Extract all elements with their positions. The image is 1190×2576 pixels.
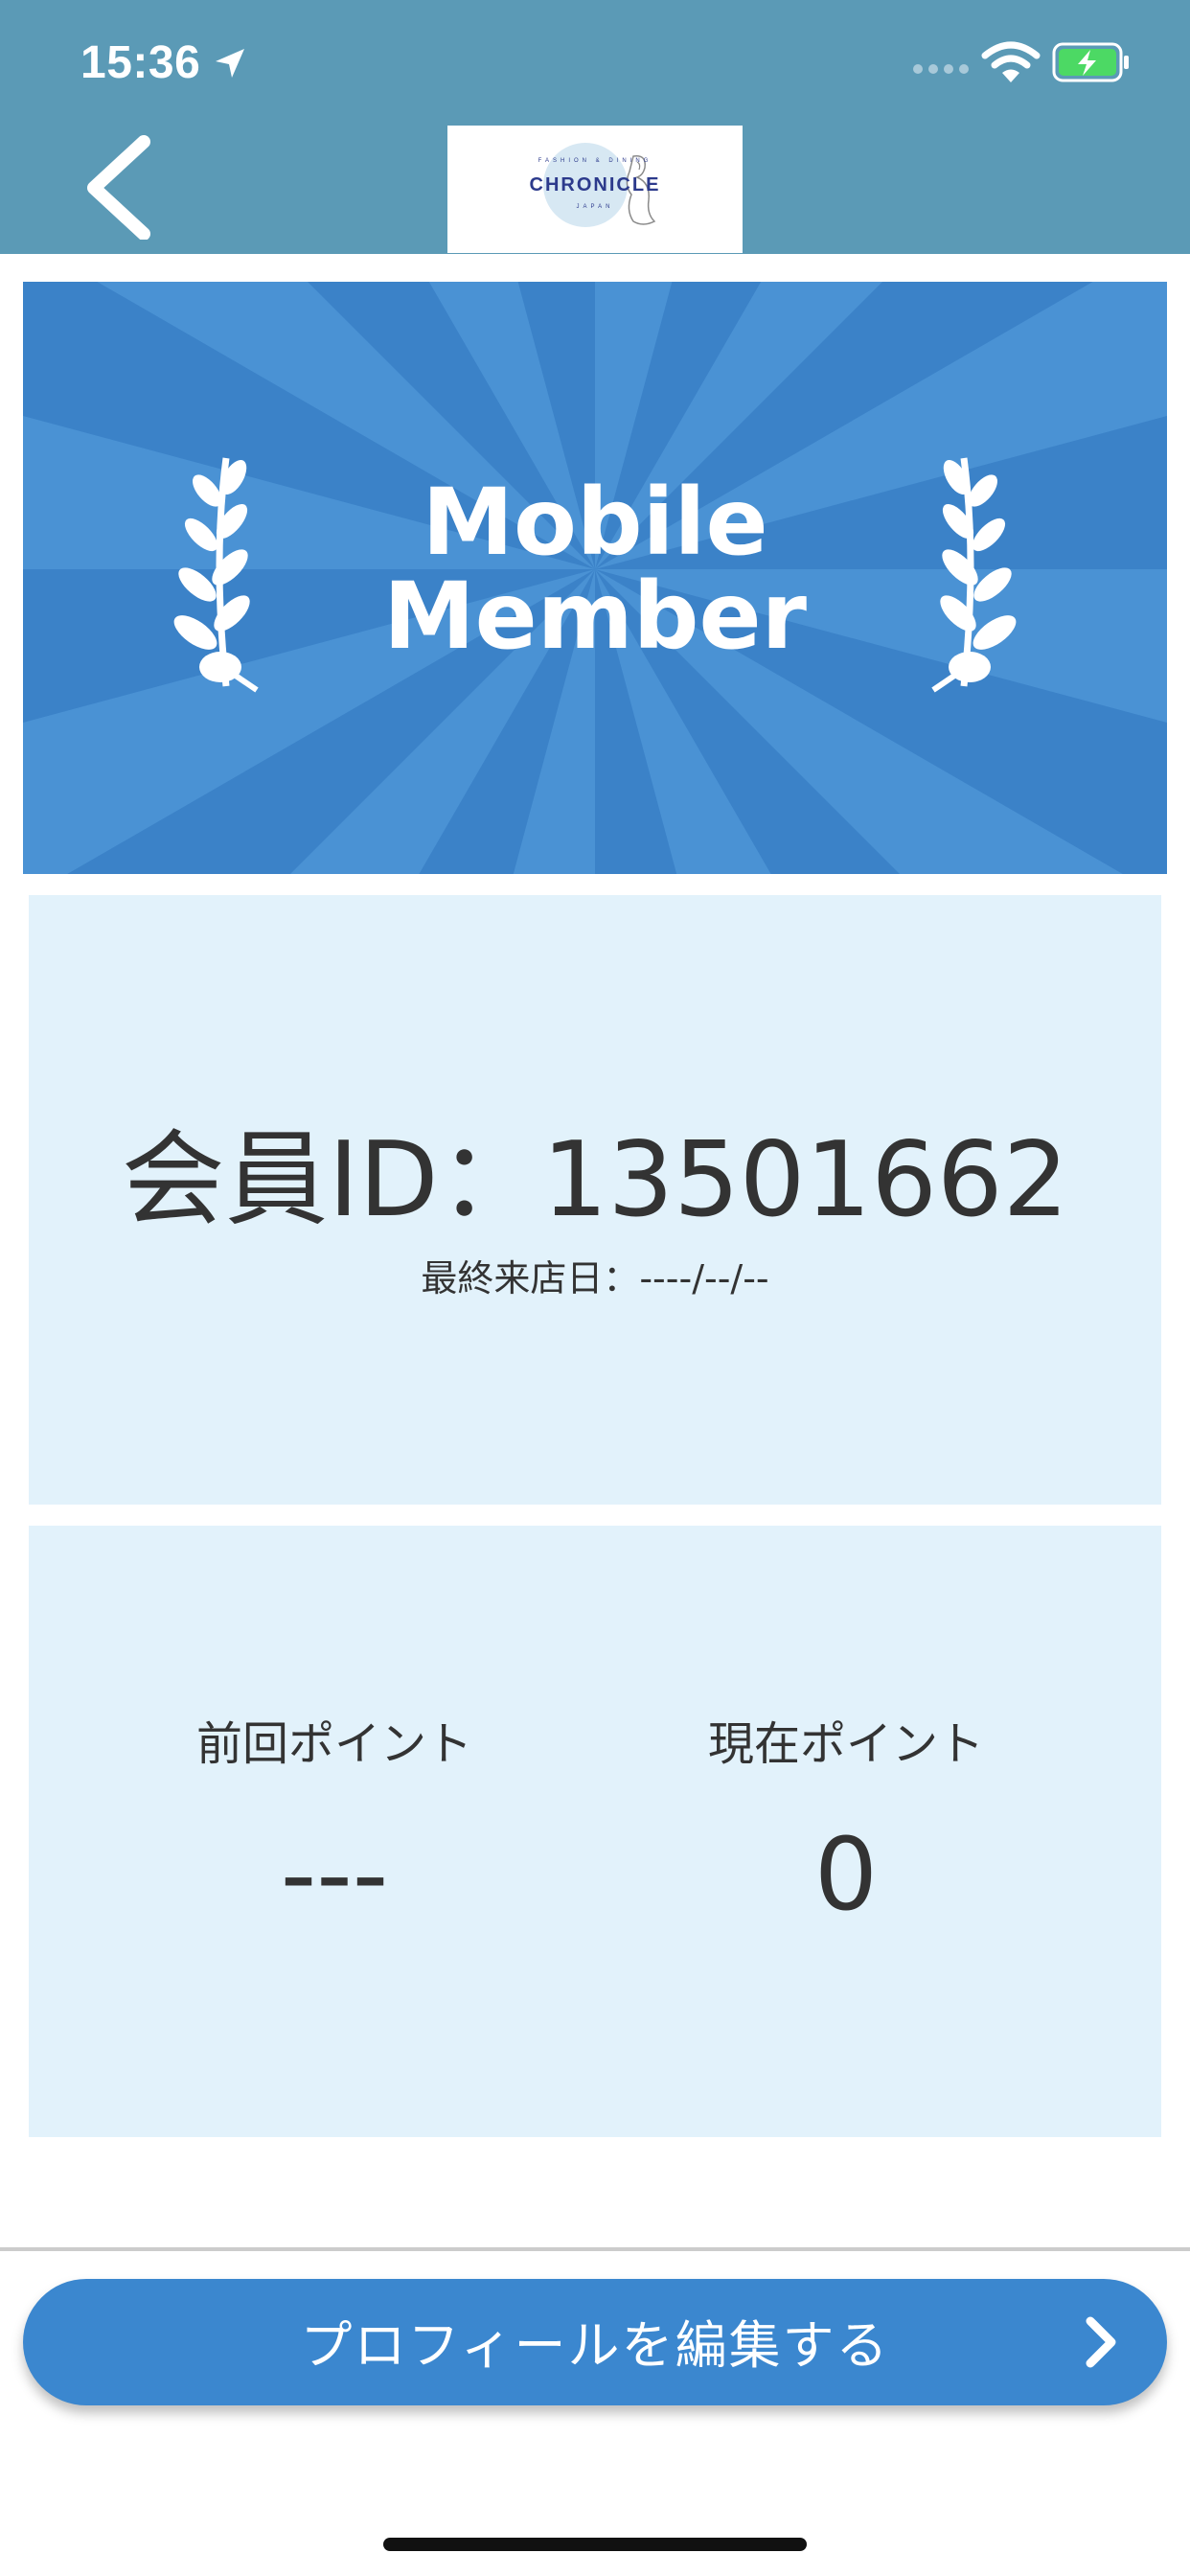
previous-points-label: 前回ポイント (195, 1717, 472, 1771)
battery-charging-icon (1052, 42, 1129, 82)
bottom-divider (0, 2247, 1190, 2251)
points-card: 前回ポイント --- 現在ポイント 0 (29, 1526, 1161, 2137)
status-time: 15:36 (80, 37, 201, 88)
membership-banner: Mobile Member (23, 282, 1167, 874)
cellular-signal-icon (913, 64, 969, 74)
home-indicator (383, 2538, 807, 2551)
logo-wordmark: CHRONICLE (529, 174, 661, 196)
navigation-bar: 15:36 FASHION & DINING CHRONICLE JAPAN (0, 0, 1190, 254)
back-button[interactable] (77, 134, 163, 240)
logo-subtitle-top: FASHION & DINING (538, 158, 652, 164)
current-points: 現在ポイント 0 (590, 1526, 1102, 2137)
current-points-label: 現在ポイント (707, 1717, 984, 1771)
location-arrow-icon (216, 49, 244, 78)
last-visit-date: 最終来店日：----/--/-- (421, 1257, 769, 1300)
edit-profile-button[interactable]: プロフィールを編集する (23, 2279, 1167, 2405)
previous-points: 前回ポイント --- (79, 1526, 590, 2137)
wifi-icon (981, 41, 1041, 82)
laurel-branch-icon (931, 457, 1017, 693)
member-id-card: 会員ID：13501662 最終来店日：----/--/-- (29, 895, 1161, 1505)
brand-logo: FASHION & DINING CHRONICLE JAPAN (447, 126, 743, 253)
chevron-right-icon (1086, 2316, 1116, 2368)
current-points-value: 0 (813, 1816, 879, 1933)
member-id: 会員ID：13501662 (121, 1120, 1069, 1240)
previous-points-value: --- (280, 1816, 389, 1933)
edit-profile-label: プロフィールを編集する (300, 2315, 890, 2376)
logo-subtitle-bottom: JAPAN (576, 204, 614, 210)
